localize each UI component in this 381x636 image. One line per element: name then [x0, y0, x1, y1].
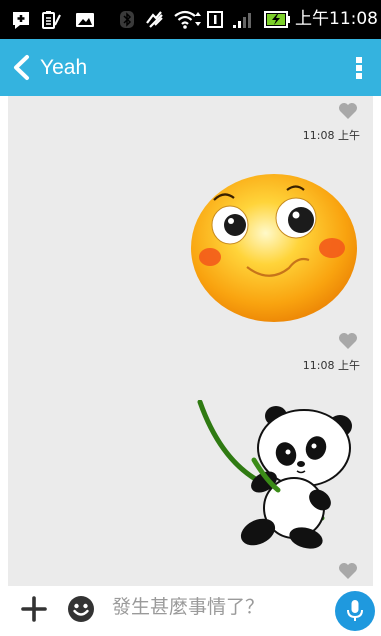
sticker-message[interactable] — [191, 174, 361, 322]
status-clock: 上午11:08 — [295, 9, 378, 29]
overflow-menu-icon[interactable] — [347, 54, 371, 82]
back-arrow-icon[interactable] — [10, 54, 34, 81]
message-input[interactable] — [112, 590, 322, 624]
sim-card-icon — [206, 9, 224, 30]
status-bar: 上午11:08 — [0, 0, 381, 39]
heart-icon[interactable] — [338, 332, 358, 350]
chat-area[interactable]: 11:08 上午 11:08 上午 — [8, 96, 373, 586]
message-time: 11:08 上午 — [302, 359, 360, 372]
emoji-icon[interactable] — [67, 595, 95, 623]
signal-icon — [232, 9, 256, 30]
voice-message-button[interactable] — [335, 591, 375, 631]
heart-icon[interactable] — [338, 562, 358, 580]
panda-with-bamboo-sticker — [197, 399, 352, 549]
message-composer — [0, 586, 381, 631]
app-bar: Yeah — [0, 39, 381, 96]
gallery-icon — [74, 9, 96, 30]
mute-icon — [144, 9, 166, 30]
battery-saver-icon — [40, 9, 62, 30]
microphone-icon — [347, 600, 363, 621]
chat-title: Yeah — [40, 56, 88, 79]
bluetooth-icon — [119, 9, 135, 30]
wifi-icon — [173, 9, 203, 30]
message-time: 11:08 上午 — [302, 129, 360, 142]
heart-icon[interactable] — [338, 102, 358, 120]
add-notification-icon — [10, 9, 32, 30]
add-attachment-icon[interactable] — [20, 595, 48, 623]
smiling-sun-face-sticker — [191, 174, 357, 322]
sticker-message[interactable] — [194, 399, 354, 554]
battery-charging-icon — [264, 9, 292, 30]
